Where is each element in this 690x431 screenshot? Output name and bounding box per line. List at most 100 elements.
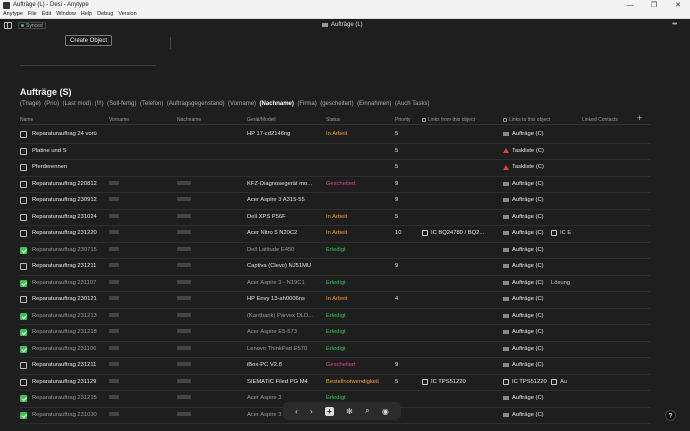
menu-window[interactable]: Window: [56, 11, 76, 17]
extra-link-cell[interactable]: IC E: [551, 230, 591, 236]
document-title[interactable]: Aufträge (L): [322, 22, 363, 28]
status-tag[interactable]: Gescheitert: [326, 181, 392, 187]
links-to-cell[interactable]: Aufträge (C): [503, 214, 565, 220]
done-checkbox[interactable]: [20, 378, 27, 386]
done-checkbox[interactable]: [20, 197, 27, 204]
status-tag[interactable]: Gescheitert: [326, 362, 392, 368]
graph-icon[interactable]: ✻: [346, 407, 353, 416]
view-tab[interactable]: (Telefon): [140, 101, 163, 107]
priority-cell[interactable]: 9: [395, 362, 415, 368]
row-name[interactable]: Reparaturauftrag 231106: [32, 346, 98, 352]
nachname-cell[interactable]: [177, 329, 237, 335]
device-cell[interactable]: HP Envy 13-ah0006ns: [247, 296, 325, 302]
menu-edit[interactable]: Edit: [42, 11, 51, 17]
device-cell[interactable]: Lenovo ThinkPad E570: [247, 346, 325, 352]
table-row[interactable]: Reparaturauftrag 231106 Lenovo ThinkPad E…: [20, 342, 650, 358]
vorname-cell[interactable]: [109, 395, 169, 401]
device-cell[interactable]: iBox-PC V2.8: [247, 362, 325, 368]
nachname-cell[interactable]: [177, 378, 237, 385]
row-name[interactable]: Reparaturauftrag 230912: [32, 197, 98, 203]
done-checkbox[interactable]: [20, 180, 27, 188]
links-to-cell[interactable]: Taskliste (C): [503, 164, 565, 170]
links-to-cell[interactable]: Aufträge (C): [503, 395, 565, 401]
column-device[interactable]: Gerät/Modell: [247, 117, 276, 123]
priority-cell[interactable]: 4: [395, 296, 415, 302]
row-name[interactable]: Pferderennen: [32, 164, 98, 170]
nachname-cell[interactable]: [177, 230, 237, 236]
done-checkbox[interactable]: [20, 329, 27, 336]
row-name[interactable]: Reparaturauftrag 231107: [32, 280, 98, 286]
column-status[interactable]: Status: [326, 117, 340, 123]
status-tag[interactable]: In Arbeit: [326, 230, 392, 236]
links-to-cell[interactable]: Aufträge (C): [503, 346, 565, 352]
vorname-cell[interactable]: [109, 362, 169, 368]
more-options-icon[interactable]: •••: [672, 21, 677, 28]
status-tag[interactable]: Erledigt: [326, 395, 392, 401]
done-checkbox[interactable]: [20, 164, 27, 171]
links-to-cell[interactable]: Aufträge (C): [503, 296, 565, 302]
device-cell[interactable]: Dell XPS P56F: [247, 214, 325, 220]
menu-anytype[interactable]: Anytype: [3, 11, 23, 17]
set-title[interactable]: Aufträge (S): [20, 87, 72, 97]
device-cell[interactable]: Acer Aspire 3: [247, 395, 325, 401]
table-row[interactable]: Reparaturauftrag 231218 Acer Aspire E5-57…: [20, 325, 650, 342]
priority-cell[interactable]: 5: [395, 148, 415, 154]
sidebar-toggle-icon[interactable]: [4, 22, 12, 29]
row-name[interactable]: Platine und S: [32, 148, 98, 154]
row-name[interactable]: Reparaturauftrag 231211: [32, 263, 98, 269]
row-name[interactable]: Reparaturauftrag 231213: [32, 313, 98, 319]
row-name[interactable]: Reparaturauftrag 230121: [32, 296, 98, 302]
row-name[interactable]: Reparaturauftrag 24 vorü: [32, 131, 98, 137]
priority-cell[interactable]: 10: [395, 230, 415, 236]
nachname-cell[interactable]: [177, 279, 237, 286]
vorname-cell[interactable]: [109, 197, 169, 203]
vorname-cell[interactable]: [109, 411, 169, 418]
table-row[interactable]: Reparaturauftrag 24 vorü HP 17-cd2146ng In…: [20, 127, 650, 144]
vorname-cell[interactable]: [109, 345, 169, 352]
view-tab[interactable]: (gescheitert): [320, 101, 353, 107]
view-tab[interactable]: (Firma): [297, 101, 316, 107]
vorname-cell[interactable]: [109, 263, 169, 269]
table-row[interactable]: Reparaturauftrag 230121 HP Envy 13-ah0006…: [20, 292, 650, 309]
menu-file[interactable]: File: [28, 11, 37, 17]
status-tag[interactable]: Erledigt: [326, 247, 392, 253]
extra-link-cell[interactable]: Lösung: [551, 280, 591, 286]
status-tag[interactable]: In Arbeit: [326, 296, 392, 302]
device-cell[interactable]: Dell Latitude E450: [247, 247, 325, 253]
links-to-cell[interactable]: Aufträge (C): [503, 247, 565, 253]
table-row[interactable]: Platine und S 5 Taskliste (C): [20, 144, 650, 160]
done-checkbox[interactable]: [20, 147, 27, 155]
view-tab[interactable]: (Auftragsgegenstand): [167, 101, 225, 107]
view-tab[interactable]: (Prio): [44, 101, 59, 107]
links-to-cell[interactable]: Aufträge (C): [503, 181, 565, 187]
view-tab[interactable]: (Vorname): [228, 101, 256, 107]
status-tag[interactable]: Bestellnotwendigkeit: [326, 379, 392, 385]
done-checkbox[interactable]: [20, 345, 27, 353]
links-from-cell[interactable]: IC BQ24780 / BQ2...: [422, 230, 502, 236]
widget-icon[interactable]: ◉: [382, 407, 389, 416]
links-to-cell[interactable]: Aufträge (C): [503, 362, 565, 368]
column-linked-contacts[interactable]: Linked Contacts: [582, 117, 618, 123]
done-checkbox[interactable]: [20, 296, 27, 303]
search-icon[interactable]: ⌕: [365, 406, 369, 416]
column-links-from[interactable]: Links from this object: [422, 117, 475, 123]
done-checkbox[interactable]: [20, 131, 27, 138]
add-object-icon[interactable]: +: [324, 406, 334, 416]
row-name[interactable]: Reparaturauftrag 231129: [32, 379, 98, 385]
row-name[interactable]: Reparaturauftrag 230715: [32, 247, 98, 253]
links-to-cell[interactable]: Aufträge (C): [503, 197, 565, 203]
vorname-cell[interactable]: [109, 230, 169, 236]
device-cell[interactable]: (Kantbank) Parvex DLD...: [247, 313, 325, 319]
table-row[interactable]: Reparaturauftrag 231024 Dell XPS P56F In A…: [20, 210, 650, 226]
priority-cell[interactable]: 5: [395, 214, 415, 220]
help-icon[interactable]: ?: [665, 410, 676, 421]
table-row[interactable]: Pferderennen 5 Taskliste (C): [20, 160, 650, 177]
close-icon[interactable]: ✕: [666, 1, 690, 9]
row-name[interactable]: Reparaturauftrag 231218: [32, 329, 98, 335]
links-from-cell[interactable]: IC TPS51220: [422, 378, 502, 385]
nachname-cell[interactable]: [177, 197, 237, 203]
status-tag[interactable]: Erledigt: [326, 346, 392, 352]
device-cell[interactable]: Acer Aspire 3 - N19C1: [247, 280, 325, 286]
view-tab[interactable]: (Nachname): [260, 101, 294, 107]
device-cell[interactable]: Acer Aspire E5-573: [247, 329, 325, 335]
